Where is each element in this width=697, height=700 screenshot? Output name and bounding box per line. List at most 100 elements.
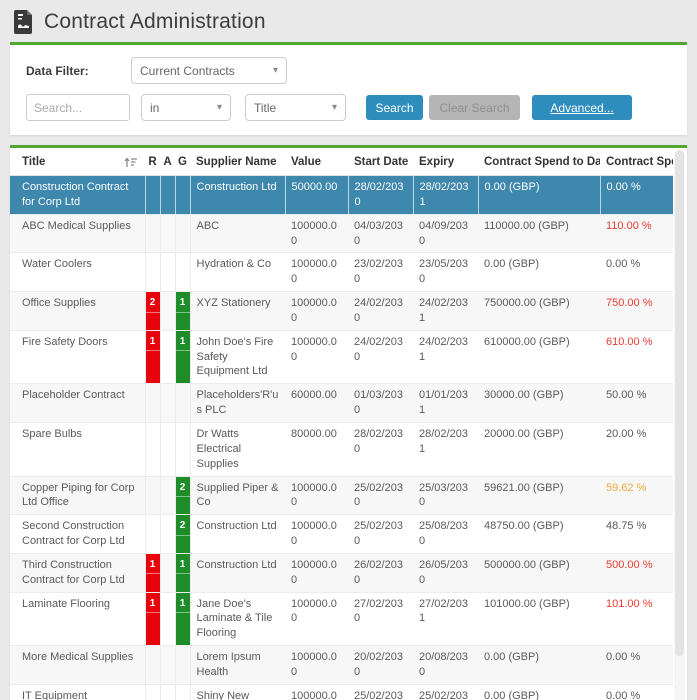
column-header-g: G — [175, 148, 190, 176]
rag-badge: 1 — [176, 554, 190, 575]
page-header: Contract Administration — [0, 0, 697, 42]
cell-start-date: 04/03/2030 — [348, 214, 413, 253]
vertical-scrollbar[interactable] — [674, 150, 685, 700]
cell-start-date: 23/02/2030 — [348, 253, 413, 292]
table-row[interactable]: Spare BulbsDr Watts Electrical Supplies8… — [10, 422, 673, 476]
cell-value: 100000.00 — [285, 476, 348, 515]
table-row[interactable]: ABC Medical SuppliesABC100000.0004/03/20… — [10, 214, 673, 253]
table-row[interactable]: Placeholder ContractPlaceholders'R'us PL… — [10, 384, 673, 423]
cell-title: ABC Medical Supplies — [10, 214, 145, 253]
cell-spend-to-date: 30000.00 (GBP) — [478, 384, 600, 423]
cell-supplier: XYZ Stationery — [190, 292, 285, 331]
cell-start-date: 25/02/2030 — [348, 515, 413, 554]
table-body: Construction Contract for Corp LtdConstr… — [10, 176, 673, 700]
table-row[interactable]: Office Supplies21XYZ Stationery100000.00… — [10, 292, 673, 331]
search-field-selected-value: Title — [254, 101, 276, 115]
cell-expiry: 23/05/2030 — [413, 253, 478, 292]
sort-icon[interactable] — [124, 157, 137, 168]
cell-rag-a — [160, 476, 175, 515]
column-header-spend-pct: Contract Spend % — [600, 148, 673, 176]
cell-expiry: 04/09/2030 — [413, 214, 478, 253]
table-row[interactable]: Copper Piping for Corp Ltd Office2Suppli… — [10, 476, 673, 515]
cell-start-date: 24/02/2030 — [348, 292, 413, 331]
table-row[interactable]: Third Construction Contract for Corp Ltd… — [10, 553, 673, 592]
cell-value: 50000.00 — [285, 176, 348, 215]
cell-rag-r — [145, 476, 160, 515]
cell-value: 100000.00 — [285, 253, 348, 292]
table-header-row: Title R A G Supplier Name Value Start Da… — [10, 148, 673, 176]
column-header-title[interactable]: Title — [10, 148, 145, 176]
cell-rag-g — [175, 253, 190, 292]
cell-rag-r — [145, 384, 160, 423]
cell-supplier: Construction Ltd — [190, 553, 285, 592]
table-row[interactable]: More Medical SuppliesLorem Ipsum Health1… — [10, 646, 673, 685]
search-button[interactable]: Search — [366, 95, 423, 120]
cell-spend-pct: 0.00 % — [600, 684, 673, 700]
search-field-select[interactable]: Title ▾ — [245, 94, 346, 121]
cell-supplier: Lorem Ipsum Health — [190, 646, 285, 685]
cell-rag-r — [145, 176, 160, 215]
table-row[interactable]: Water CoolersHydration & Co100000.0023/0… — [10, 253, 673, 292]
cell-start-date: 26/02/2030 — [348, 553, 413, 592]
cell-expiry: 28/02/2031 — [413, 422, 478, 476]
search-input[interactable] — [26, 94, 130, 121]
cell-spend-to-date: 0.00 (GBP) — [478, 646, 600, 685]
table-row[interactable]: Construction Contract for Corp LtdConstr… — [10, 176, 673, 215]
cell-supplier: Shiny New Computers — [190, 684, 285, 700]
rag-badge: 1 — [146, 593, 160, 614]
cell-spend-pct: 0.00 % — [600, 176, 673, 215]
cell-rag-r: 1 — [145, 553, 160, 592]
cell-expiry: 25/02/2031 — [413, 684, 478, 700]
cell-rag-g: 1 — [175, 292, 190, 331]
data-filter-select[interactable]: Current Contracts ▾ — [131, 57, 287, 84]
cell-title: Water Coolers — [10, 253, 145, 292]
cell-rag-g: 2 — [175, 515, 190, 554]
cell-rag-r — [145, 214, 160, 253]
table-row[interactable]: IT EquipmentShiny New Computers100000.00… — [10, 684, 673, 700]
cell-rag-a — [160, 646, 175, 685]
rag-badge: 2 — [176, 477, 190, 498]
cell-supplier: Jane Doe's Laminate & Tile Flooring — [190, 592, 285, 646]
cell-spend-to-date: 101000.00 (GBP) — [478, 592, 600, 646]
cell-start-date: 24/02/2030 — [348, 330, 413, 384]
cell-supplier: Construction Ltd — [190, 515, 285, 554]
cell-title: Office Supplies — [10, 292, 145, 331]
column-header-supplier: Supplier Name — [190, 148, 285, 176]
cell-start-date: 25/02/2030 — [348, 476, 413, 515]
cell-title: Placeholder Contract — [10, 384, 145, 423]
cell-rag-r: 1 — [145, 592, 160, 646]
chevron-down-icon: ▾ — [217, 102, 222, 113]
cell-supplier: Supplied Piper & Co — [190, 476, 285, 515]
cell-supplier: Hydration & Co — [190, 253, 285, 292]
table-row[interactable]: Fire Safety Doors11John Doe's Fire Safet… — [10, 330, 673, 384]
cell-supplier: John Doe's Fire Safety Equipment Ltd — [190, 330, 285, 384]
cell-rag-r — [145, 253, 160, 292]
cell-value: 100000.00 — [285, 515, 348, 554]
cell-start-date: 27/02/2030 — [348, 592, 413, 646]
rag-badge: 1 — [176, 331, 190, 352]
cell-rag-a — [160, 553, 175, 592]
data-filter-selected-value: Current Contracts — [140, 64, 235, 78]
cell-value: 100000.00 — [285, 592, 348, 646]
cell-rag-g — [175, 646, 190, 685]
cell-spend-to-date: 500000.00 (GBP) — [478, 553, 600, 592]
cell-expiry: 01/01/2031 — [413, 384, 478, 423]
clear-search-button[interactable]: Clear Search — [429, 95, 520, 120]
contract-document-icon — [14, 10, 34, 34]
column-header-expiry: Expiry — [413, 148, 478, 176]
vertical-scrollbar-thumb[interactable] — [675, 150, 684, 656]
cell-spend-to-date: 59621.00 (GBP) — [478, 476, 600, 515]
advanced-button[interactable]: Advanced... — [532, 95, 632, 120]
table-row[interactable]: Second Construction Contract for Corp Lt… — [10, 515, 673, 554]
cell-spend-to-date: 610000.00 (GBP) — [478, 330, 600, 384]
cell-expiry: 25/03/2030 — [413, 476, 478, 515]
cell-expiry: 27/02/2031 — [413, 592, 478, 646]
filter-panel: Data Filter: Current Contracts ▾ in ▾ Ti… — [10, 42, 687, 135]
cell-rag-g — [175, 422, 190, 476]
search-in-select[interactable]: in ▾ — [141, 94, 231, 121]
table-row[interactable]: Laminate Flooring11Jane Doe's Laminate &… — [10, 592, 673, 646]
cell-spend-pct: 750.00 % — [600, 292, 673, 331]
cell-rag-a — [160, 384, 175, 423]
cell-spend-pct: 610.00 % — [600, 330, 673, 384]
cell-value: 100000.00 — [285, 330, 348, 384]
